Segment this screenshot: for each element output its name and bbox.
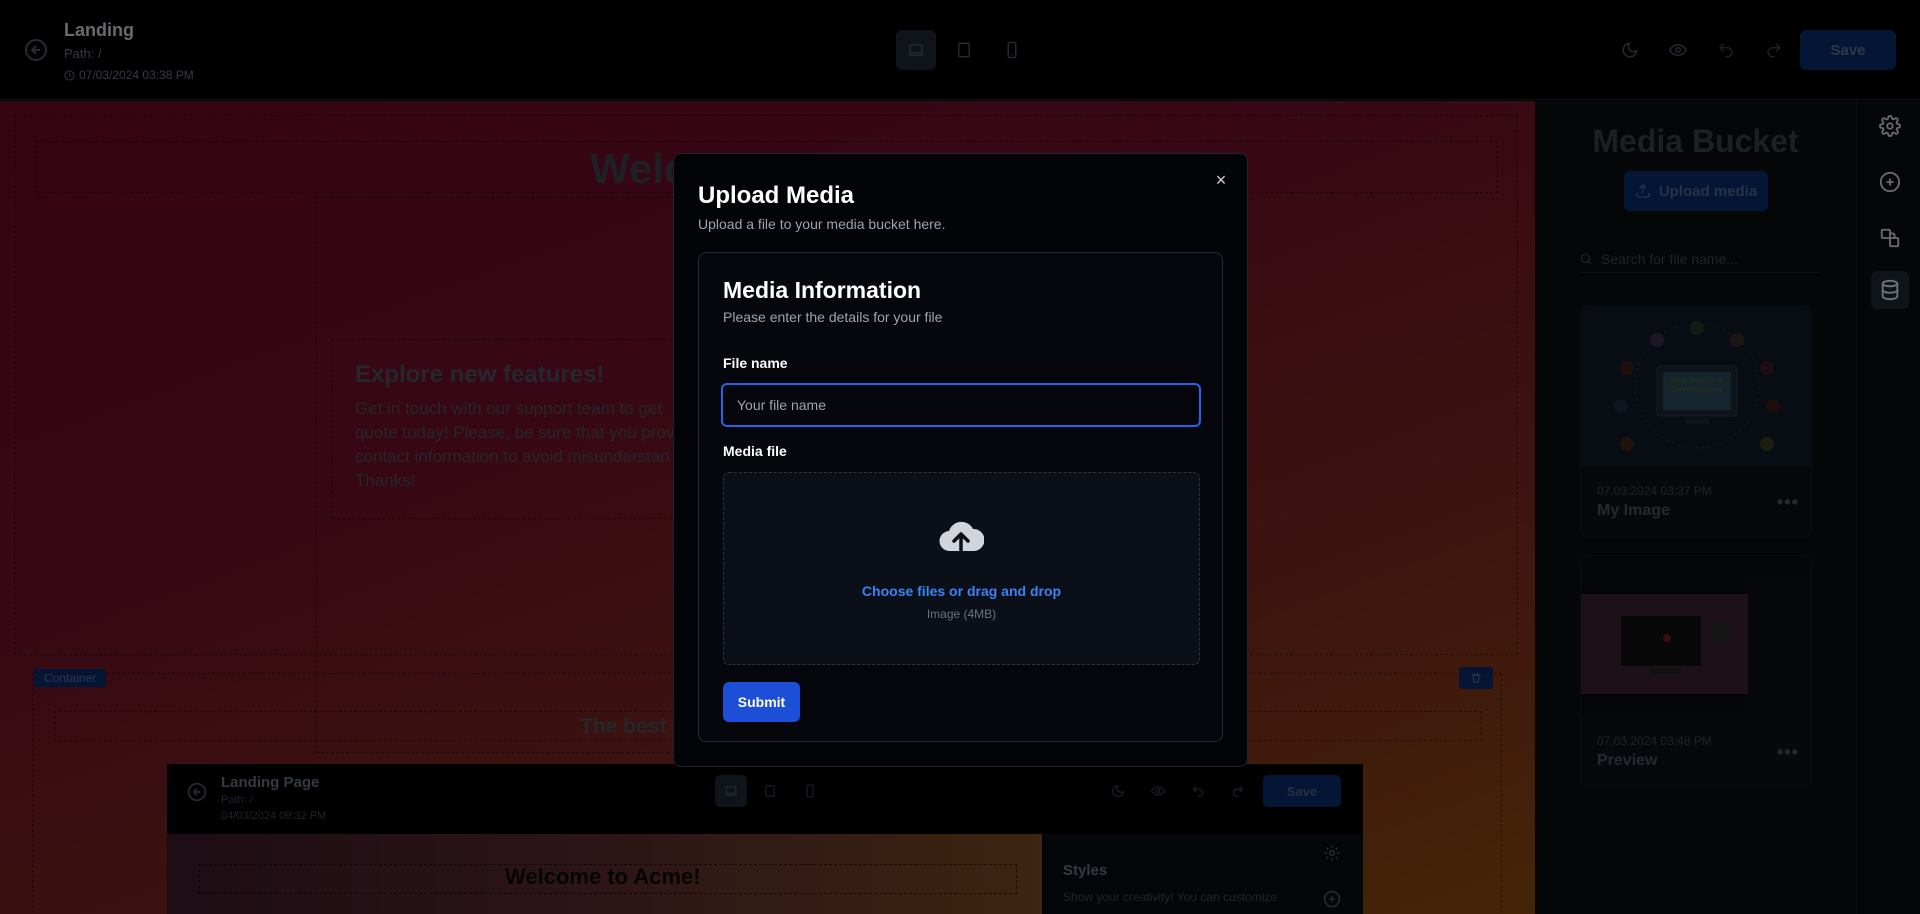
cloud-upload-icon	[938, 517, 984, 557]
dialog-subtitle: Upload a file to your media bucket here.	[698, 216, 946, 232]
choose-files-link[interactable]: Choose files or drag and drop	[724, 583, 1199, 599]
file-name-input[interactable]	[721, 383, 1201, 427]
card-title: Media Information	[723, 277, 922, 303]
media-information-card: Media Information Please enter the detai…	[698, 252, 1223, 742]
file-type-hint: Image (4MB)	[926, 607, 997, 621]
file-dropzone[interactable]: Choose files or drag and drop Image (4MB…	[723, 472, 1200, 665]
submit-button[interactable]: Submit	[723, 682, 800, 722]
card-subtitle: Please enter the details for your file	[723, 309, 943, 325]
dialog-title: Upload Media	[698, 182, 855, 209]
media-file-label: Media file	[723, 443, 787, 459]
close-icon[interactable]: ×	[1211, 170, 1231, 190]
file-name-label: File name	[723, 355, 788, 371]
upload-media-dialog: × Upload Media Upload a file to your med…	[673, 153, 1248, 767]
